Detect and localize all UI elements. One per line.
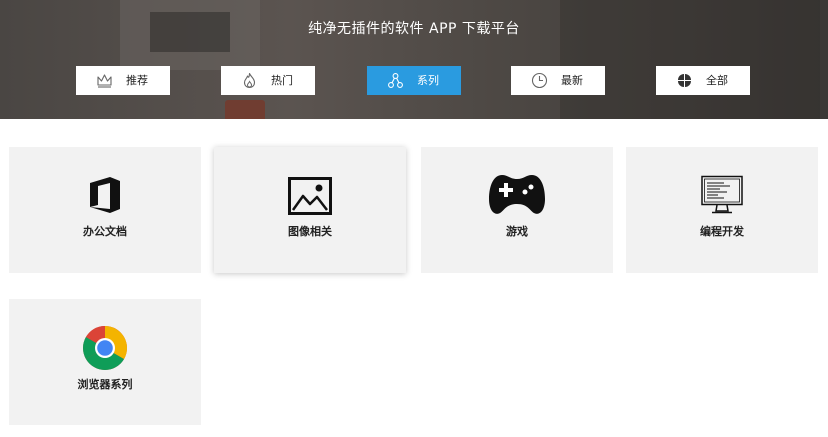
- tab-latest[interactable]: 最新: [511, 66, 605, 95]
- category-card-games[interactable]: 游戏: [421, 147, 613, 273]
- category-label: 图像相关: [288, 225, 332, 238]
- hero-bg-shape: [225, 100, 265, 119]
- category-card-browser[interactable]: 浏览器系列: [9, 299, 201, 425]
- clock-icon: [531, 72, 548, 89]
- office-icon: [90, 177, 120, 213]
- nodes-icon: [388, 73, 403, 88]
- category-card-image[interactable]: 图像相关: [214, 147, 406, 273]
- tab-hot[interactable]: 热门: [221, 66, 315, 95]
- gamepad-icon: [489, 175, 545, 214]
- category-card-office[interactable]: 办公文档: [9, 147, 201, 273]
- category-card-dev[interactable]: 编程开发: [626, 147, 818, 273]
- hero-banner: 纯净无插件的软件 APP 下载平台 推荐 热门 系列 最新 全部: [0, 0, 828, 119]
- hero-title: 纯净无插件的软件 APP 下载平台: [308, 21, 520, 37]
- category-label: 游戏: [506, 225, 528, 238]
- chrome-icon: [83, 326, 127, 370]
- tab-label: 热门: [271, 74, 293, 87]
- grid-icon: [678, 74, 691, 87]
- tab-label: 系列: [417, 74, 439, 87]
- tab-series[interactable]: 系列: [367, 66, 461, 95]
- tab-all[interactable]: 全部: [656, 66, 750, 95]
- crown-icon: [97, 74, 112, 88]
- monitor-code-icon: [701, 175, 743, 214]
- image-icon: [288, 177, 332, 215]
- tab-label: 全部: [706, 74, 728, 87]
- flame-icon: [243, 72, 256, 89]
- tab-recommend[interactable]: 推荐: [76, 66, 170, 95]
- category-label: 浏览器系列: [77, 378, 133, 391]
- tab-label: 推荐: [126, 74, 148, 87]
- category-label: 编程开发: [700, 225, 744, 238]
- tab-label: 最新: [561, 74, 583, 87]
- category-label: 办公文档: [83, 225, 127, 238]
